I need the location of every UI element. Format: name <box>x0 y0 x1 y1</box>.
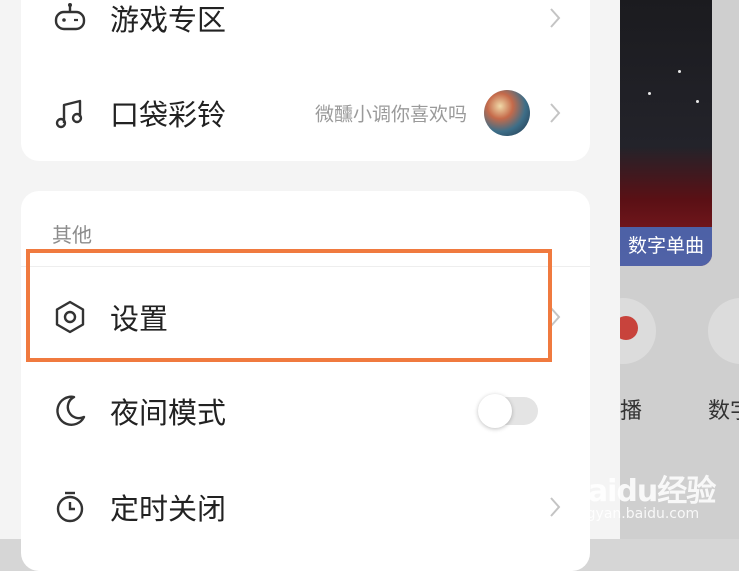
moon-icon <box>51 392 89 430</box>
chevron-right-icon <box>548 101 562 125</box>
menu-item-label: 游戏专区 <box>110 3 227 37</box>
menu-item-label: 夜间模式 <box>110 396 227 430</box>
record-dot <box>620 316 638 340</box>
feature-card: 游戏专区 口袋彩铃 微醺小调你喜欢吗 <box>21 0 590 161</box>
menu-item-game-zone[interactable]: 游戏专区 <box>21 0 590 48</box>
menu-item-night-mode[interactable]: 夜间模式 <box>21 381 590 441</box>
background-label: 播 <box>620 399 643 424</box>
timer-icon <box>51 488 89 526</box>
menu-item-label: 口袋彩铃 <box>110 98 227 132</box>
chevron-right-icon <box>548 495 562 519</box>
background-circle-icon <box>708 298 739 364</box>
menu-item-settings[interactable]: 设置 <box>21 287 590 347</box>
background-circle-icon <box>620 298 656 364</box>
menu-item-pocket-ringtone[interactable]: 口袋彩铃 微醺小调你喜欢吗 <box>21 83 590 143</box>
hexagon-settings-icon <box>51 298 89 336</box>
banner-label: 数字单曲 <box>620 227 712 266</box>
background-page: 数字单曲 播 数字 <box>620 0 739 539</box>
baidu-watermark: Baidu经验 jingyan.baidu.com <box>566 460 736 530</box>
menu-item-label: 定时关闭 <box>110 492 227 526</box>
background-banner: 数字单曲 <box>620 0 712 266</box>
menu-item-timer-close[interactable]: 定时关闭 <box>21 477 590 537</box>
song-cover-avatar <box>484 90 530 136</box>
watermark-main: Baidu经验 <box>566 474 716 509</box>
divider <box>21 266 590 267</box>
toggle-knob <box>478 394 512 428</box>
menu-item-label: 设置 <box>110 302 169 336</box>
ringtone-hint: 微醺小调你喜欢吗 <box>314 103 467 126</box>
other-card: 其他 设置 夜间模式 定时关闭 <box>21 191 590 571</box>
banner-star <box>648 92 651 95</box>
section-title-other: 其他 <box>52 223 92 247</box>
night-mode-toggle[interactable] <box>478 394 538 428</box>
side-drawer: 游戏专区 口袋彩铃 微醺小调你喜欢吗 其他 设置 夜间模式 定时关闭 <box>0 0 620 571</box>
banner-star <box>678 70 681 73</box>
gamepad-icon <box>51 0 89 37</box>
background-label: 数字 <box>708 399 739 424</box>
chevron-right-icon <box>548 6 562 30</box>
banner-star <box>696 100 699 103</box>
music-note-icon <box>51 94 89 132</box>
chevron-right-icon <box>548 305 562 329</box>
watermark-url: jingyan.baidu.com <box>570 506 700 522</box>
